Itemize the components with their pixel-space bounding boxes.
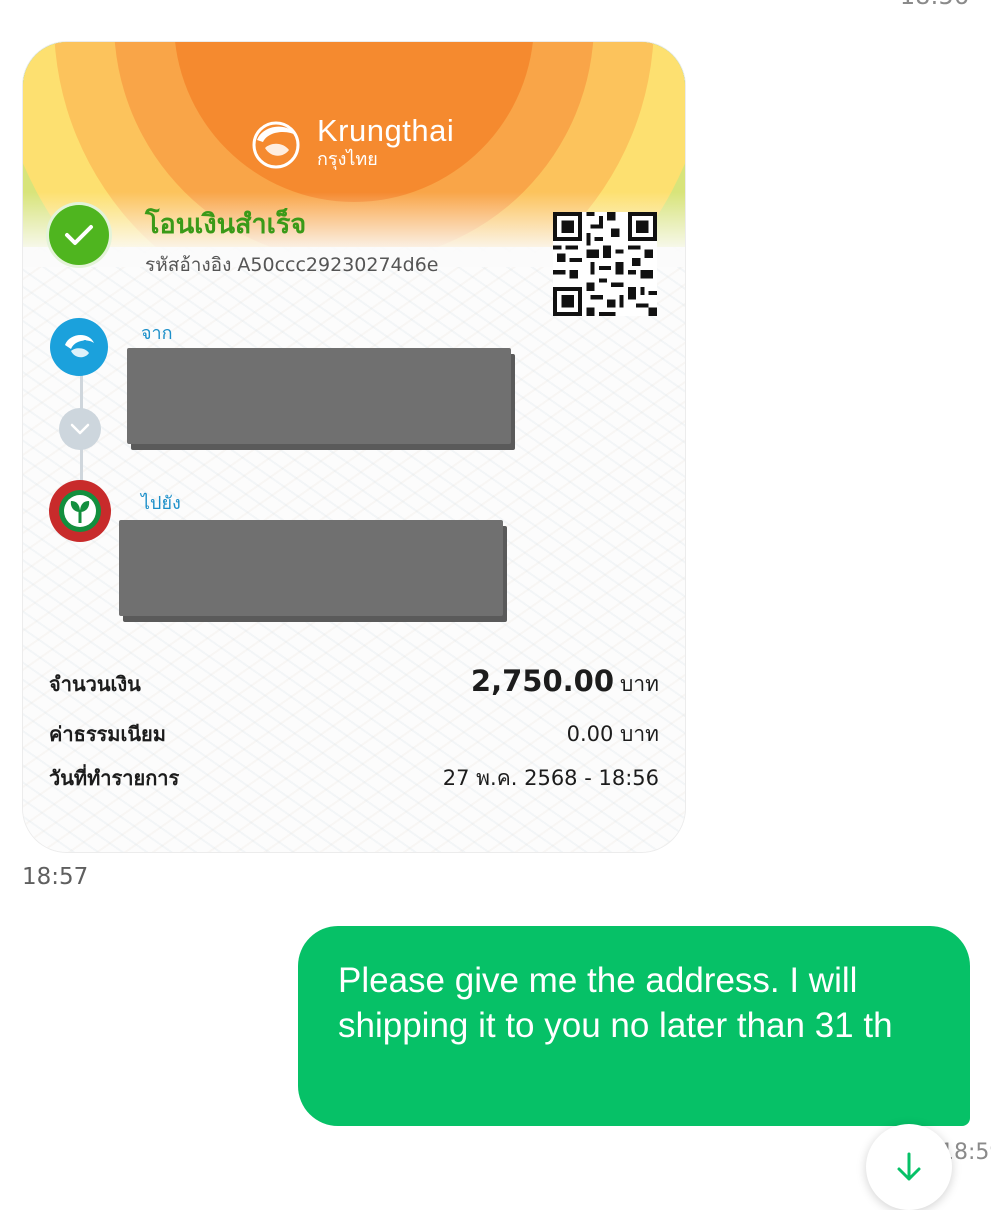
chevron-down-icon [59,408,101,450]
amount-unit: บาท [620,672,659,696]
previous-message-time: 18:56 [900,0,969,10]
arrow-down-icon [897,1152,921,1181]
krungthai-logo-icon [50,318,108,376]
redacted-sender-details [127,348,511,444]
outgoing-message-bubble[interactable]: Please give me the address. I will shipp… [298,926,970,1126]
scroll-to-bottom-button[interactable] [866,1124,952,1210]
date-row: วันที่ทำรายการ 27 พ.ค. 2568 - 18:56 [49,762,659,795]
redacted-recipient-details [119,520,503,616]
status-title: โอนเงินสำเร็จ [145,209,307,240]
to-label: ไปยัง [141,493,181,514]
reference-code: รหัสอ้างอิง A50ccc29230274d6e [145,254,439,276]
qr-code-icon [553,212,657,316]
amount-value: 2,750.00 [470,664,615,698]
transfer-slip-image[interactable]: Krungthai กรุงไทย โอนเงินสำเร็จ รหัสอ้าง… [23,42,685,852]
message-text: Please give me the address. I will shipp… [338,961,893,1045]
fee-row: ค่าธรรมเนียม 0.00 บาท [49,718,659,751]
amount-row: จำนวนเงิน 2,750.00 บาท [49,664,659,701]
date-value: 27 พ.ค. 2568 - 18:56 [442,766,659,790]
fee-label: ค่าธรรมเนียม [49,722,166,746]
bank-name-th: กรุงไทย [317,149,378,170]
slip-timestamp: 18:57 [22,864,89,890]
from-label: จาก [141,323,173,344]
krungthai-bird-icon [252,121,300,169]
krungthai-logo: Krungthai กรุงไทย [245,108,454,178]
bank-name-en: Krungthai [317,113,455,148]
check-icon [49,205,109,265]
fee-value: 0.00 บาท [566,722,659,746]
amount-label: จำนวนเงิน [49,672,141,696]
kasikorn-logo-icon [49,480,111,542]
date-label: วันที่ทำรายการ [49,766,180,790]
